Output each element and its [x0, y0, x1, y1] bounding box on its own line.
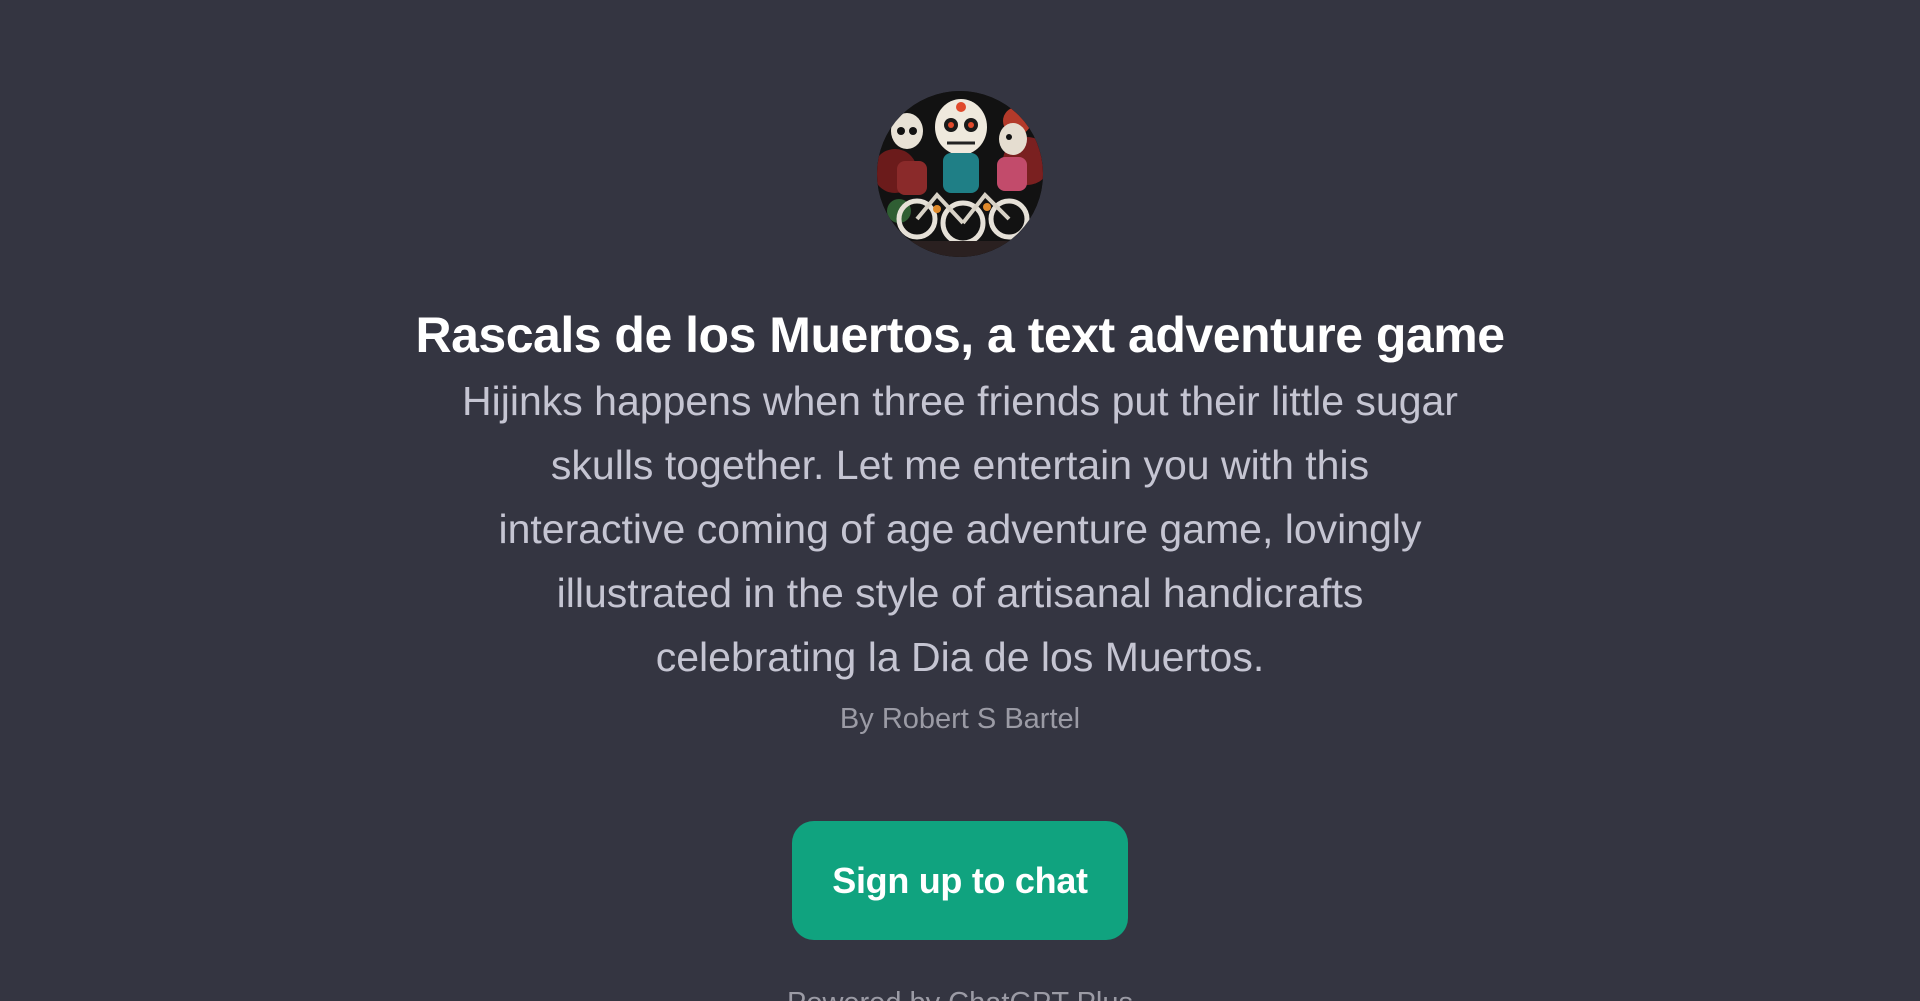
gpt-avatar [877, 91, 1043, 257]
gpt-landing: Rascals de los Muertos, a text adventure… [0, 0, 1920, 1001]
powered-by-footer: Powered by ChatGPT Plus [0, 985, 1920, 1001]
sign-up-button[interactable]: Sign up to chat [792, 821, 1128, 940]
gpt-description: Hijinks happens when three friends put t… [462, 378, 1458, 680]
gpt-title: Rascals de los Muertos, a text adventure… [415, 307, 1505, 363]
sugar-skull-bicycle-icon [877, 91, 1043, 257]
gpt-author: By Robert S Bartel [839, 703, 1081, 735]
